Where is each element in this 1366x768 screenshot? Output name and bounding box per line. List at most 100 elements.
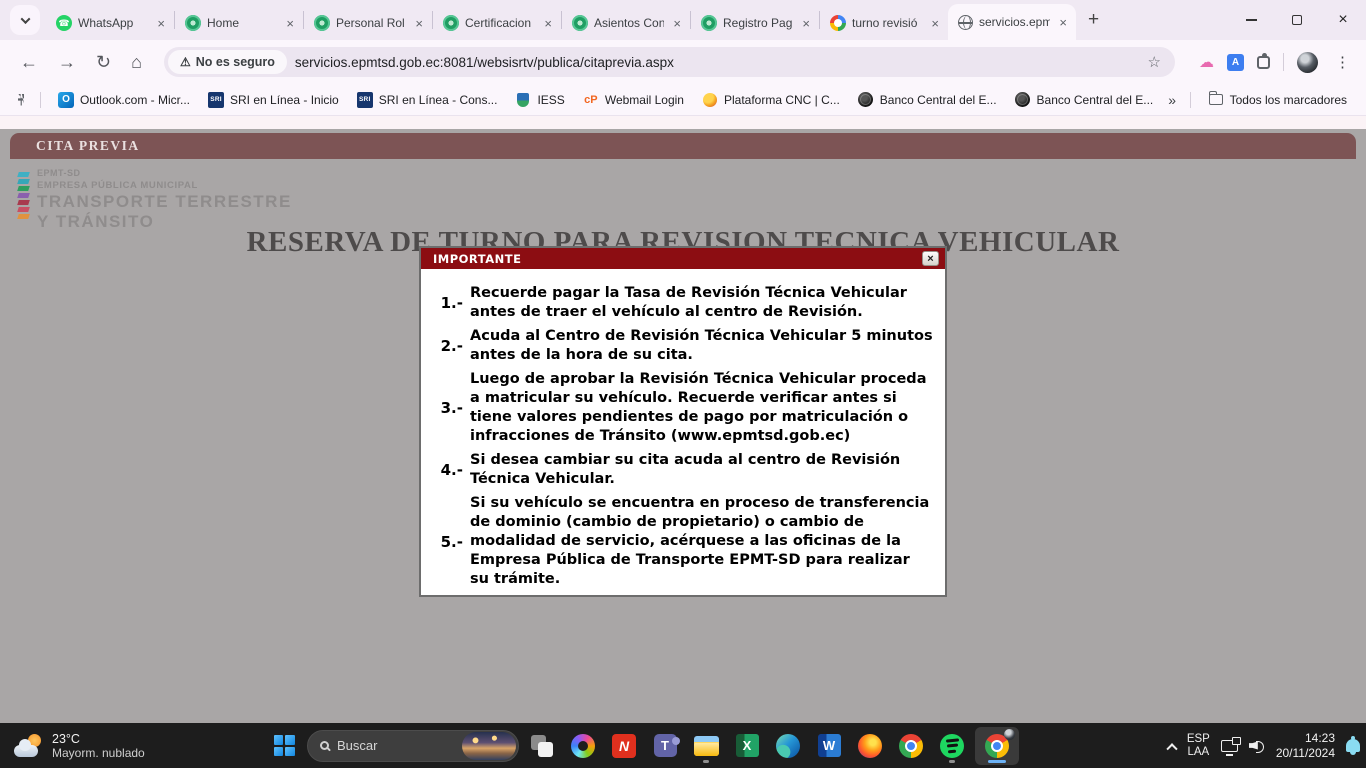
window-close-button[interactable]: × xyxy=(1320,0,1366,40)
back-button[interactable]: ← xyxy=(10,52,48,73)
important-modal: IMPORTANTE × 1.- Recuerde pagar la Tasa … xyxy=(419,246,947,597)
teams-icon: T xyxy=(654,734,677,757)
google-icon xyxy=(830,15,846,31)
address-bar[interactable]: ⚠ No es seguro servicios.epmtsd.gob.ec:8… xyxy=(164,47,1175,77)
globe-icon xyxy=(958,15,973,30)
apps-grid-icon[interactable] xyxy=(18,94,24,106)
nitro-pdf-icon: N xyxy=(612,734,636,758)
tab-close-button[interactable]: × xyxy=(283,16,297,31)
search-placeholder: Buscar xyxy=(337,738,454,753)
tab-search-button[interactable] xyxy=(10,5,40,35)
task-view-button[interactable] xyxy=(524,727,560,765)
epmtsd-logo: EPMT-SD EMPRESA PÚBLICA MUNICIPAL TRANSP… xyxy=(18,168,292,232)
chrome-button[interactable] xyxy=(893,727,929,765)
item-text: Recuerde pagar la Tasa de Revisión Técni… xyxy=(470,284,933,322)
bookmark-outlook[interactable]: OOutlook.com - Micr... xyxy=(58,92,190,108)
tab-close-button[interactable]: × xyxy=(412,16,426,31)
municipal-emblem-icon xyxy=(185,15,201,31)
network-icon[interactable] xyxy=(1221,740,1238,752)
tray-date: 20/11/2024 xyxy=(1276,746,1335,761)
municipal-emblem-icon xyxy=(443,15,459,31)
clock-widget[interactable]: 14:23 20/11/2024 xyxy=(1276,731,1335,761)
bookmark-label: Plataforma CNC | C... xyxy=(724,93,840,107)
forward-button[interactable]: → xyxy=(48,52,86,73)
new-tab-button[interactable]: + xyxy=(1076,9,1111,31)
weather-icon xyxy=(14,733,44,759)
modal-header: IMPORTANTE × xyxy=(421,248,945,269)
window-minimize-button[interactable] xyxy=(1228,0,1274,40)
bookmark-star-icon[interactable]: ☆ xyxy=(1140,53,1169,71)
search-highlight-image[interactable] xyxy=(462,732,516,760)
nav-buttons: ← → ↻ ⌂ xyxy=(0,52,152,73)
tab-servicios-active[interactable]: servicios.epm × xyxy=(948,4,1076,40)
tab-whatsapp[interactable]: ☎ WhatsApp × xyxy=(46,6,174,40)
hidden-icons-chevron[interactable] xyxy=(1166,743,1177,754)
bookmark-banco-central-1[interactable]: Banco Central del E... xyxy=(858,92,997,108)
modal-close-button[interactable]: × xyxy=(922,251,939,266)
task-view-icon xyxy=(531,735,553,757)
tab-label: Asientos Con xyxy=(594,16,664,30)
reload-button[interactable]: ↻ xyxy=(86,52,121,73)
extensions-puzzle-icon[interactable] xyxy=(1257,56,1270,69)
tab-close-button[interactable]: × xyxy=(928,16,942,31)
window-maximize-button[interactable] xyxy=(1274,0,1320,40)
bookmark-label: Outlook.com - Micr... xyxy=(80,93,190,107)
bookmark-sri-consultas[interactable]: SRISRI en Línea - Cons... xyxy=(357,92,498,108)
tab-close-button[interactable]: × xyxy=(154,16,168,31)
bookmark-cnc[interactable]: Plataforma CNC | C... xyxy=(702,92,840,108)
menu-icon[interactable]: ⋮ xyxy=(1331,53,1354,71)
tab-registro[interactable]: Registro Pag × xyxy=(691,6,819,40)
profile-badge-icon xyxy=(1004,729,1015,740)
bookmark-label: Webmail Login xyxy=(605,93,684,107)
tab-turno-revision[interactable]: turno revisió × xyxy=(820,6,948,40)
tab-close-button[interactable]: × xyxy=(541,16,555,31)
web-page: CITA PREVIA EPMT-SD EMPRESA PÚBLICA MUNI… xyxy=(0,116,1366,723)
tab-certificacion[interactable]: Certificacion × xyxy=(433,6,561,40)
item-text: Si su vehículo se encuentra en proceso d… xyxy=(470,494,933,589)
profile-avatar[interactable] xyxy=(1297,52,1318,73)
spotify-button[interactable] xyxy=(934,727,970,765)
home-button[interactable]: ⌂ xyxy=(121,52,152,73)
bookmark-sri-inicio[interactable]: SRISRI en Línea - Inicio xyxy=(208,92,339,108)
security-chip[interactable]: ⚠ No es seguro xyxy=(168,50,287,74)
bookmark-label: SRI en Línea - Cons... xyxy=(379,93,498,107)
tab-home[interactable]: Home × xyxy=(175,6,303,40)
all-bookmarks-button[interactable]: Todos los marcadores xyxy=(1208,92,1347,108)
chrome-icon xyxy=(899,734,923,758)
bookmark-webmail[interactable]: cPWebmail Login xyxy=(583,92,684,108)
notification-bell-icon[interactable] xyxy=(1346,739,1360,752)
word-button[interactable]: W xyxy=(811,727,847,765)
weather-temp: 23°C xyxy=(52,732,145,746)
tab-close-button[interactable]: × xyxy=(670,16,684,31)
file-explorer-button[interactable] xyxy=(688,727,724,765)
bookmarks-overflow-button[interactable]: » xyxy=(1162,92,1182,108)
tab-close-button[interactable]: × xyxy=(799,16,813,31)
bookmarks-bar: OOutlook.com - Micr... SRISRI en Línea -… xyxy=(0,84,1366,116)
tab-label: Personal Rol xyxy=(336,16,406,30)
copilot-button[interactable] xyxy=(565,727,601,765)
taskbar-search[interactable]: Buscar xyxy=(307,730,519,762)
bookmark-iess[interactable]: IESS xyxy=(515,92,564,108)
translate-icon[interactable]: A xyxy=(1227,54,1244,71)
bookmark-label: IESS xyxy=(537,93,564,107)
weather-widget[interactable]: 23°C Mayorm. nublado xyxy=(8,723,151,768)
bookmark-banco-central-2[interactable]: Banco Central del E... xyxy=(1015,92,1154,108)
excel-button[interactable]: X xyxy=(729,727,765,765)
extension-icons: ☁ A ⋮ xyxy=(1187,52,1366,73)
tab-asientos[interactable]: Asientos Con × xyxy=(562,6,690,40)
teams-button[interactable]: T xyxy=(647,727,683,765)
chrome-active-button[interactable] xyxy=(975,727,1019,765)
edge-button[interactable] xyxy=(770,727,806,765)
file-explorer-icon xyxy=(694,736,719,756)
nitro-pdf-button[interactable]: N xyxy=(606,727,642,765)
firefox-button[interactable] xyxy=(852,727,888,765)
start-button[interactable] xyxy=(266,727,302,765)
tab-close-button[interactable]: × xyxy=(1056,15,1070,30)
sri-icon: SRI xyxy=(208,92,224,108)
page-header-bar: CITA PREVIA xyxy=(10,133,1356,159)
tab-personal-rol[interactable]: Personal Rol × xyxy=(304,6,432,40)
weather-extension-icon[interactable]: ☁ xyxy=(1199,53,1214,71)
excel-icon: X xyxy=(736,734,759,757)
volume-icon[interactable] xyxy=(1249,739,1265,753)
language-indicator[interactable]: ESP LAA xyxy=(1187,733,1210,759)
